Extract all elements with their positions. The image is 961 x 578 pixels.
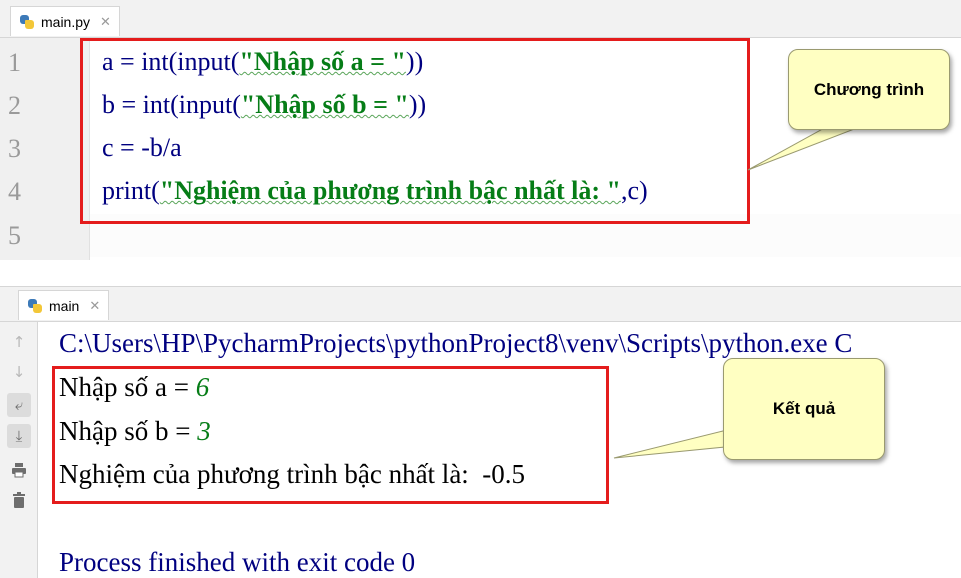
python-icon bbox=[27, 298, 43, 314]
print-icon[interactable] bbox=[7, 458, 31, 482]
code-highlight-box bbox=[80, 38, 750, 224]
python-file-icon bbox=[19, 14, 35, 30]
run-toolbar: ↑ ↓ ⤶ ⤓ bbox=[0, 322, 38, 578]
line-number: 3 bbox=[8, 134, 21, 163]
up-arrow-icon[interactable]: ↑ bbox=[7, 330, 31, 354]
run-panel-header: main ✕ bbox=[0, 286, 961, 322]
line-number: 5 bbox=[8, 221, 21, 250]
console-exit-message: Process finished with exit code 0 bbox=[59, 547, 416, 577]
run-tab-main[interactable]: main ✕ bbox=[18, 290, 110, 320]
close-icon[interactable]: ✕ bbox=[89, 298, 100, 314]
line-number: 4 bbox=[8, 177, 21, 206]
callout-program: Chương trình bbox=[788, 49, 950, 130]
output-highlight-box bbox=[52, 366, 609, 504]
run-tab-label: main bbox=[49, 297, 80, 314]
line-number: 1 bbox=[8, 48, 21, 77]
line-number: 2 bbox=[8, 91, 21, 120]
callout-result: Kết quả bbox=[723, 358, 885, 460]
editor-tab-main-py[interactable]: main.py ✕ bbox=[10, 6, 120, 36]
close-icon[interactable]: ✕ bbox=[100, 14, 111, 30]
scroll-to-end-icon[interactable]: ⤓ bbox=[7, 424, 31, 448]
editor-tab-label: main.py bbox=[41, 13, 91, 30]
trash-icon[interactable] bbox=[7, 488, 31, 512]
soft-wrap-icon[interactable]: ⤶ bbox=[7, 393, 31, 417]
down-arrow-icon[interactable]: ↓ bbox=[7, 360, 31, 384]
editor-tab-bar: main.py ✕ bbox=[0, 0, 961, 38]
line-number-gutter: 1 2 3 4 5 bbox=[0, 38, 90, 260]
